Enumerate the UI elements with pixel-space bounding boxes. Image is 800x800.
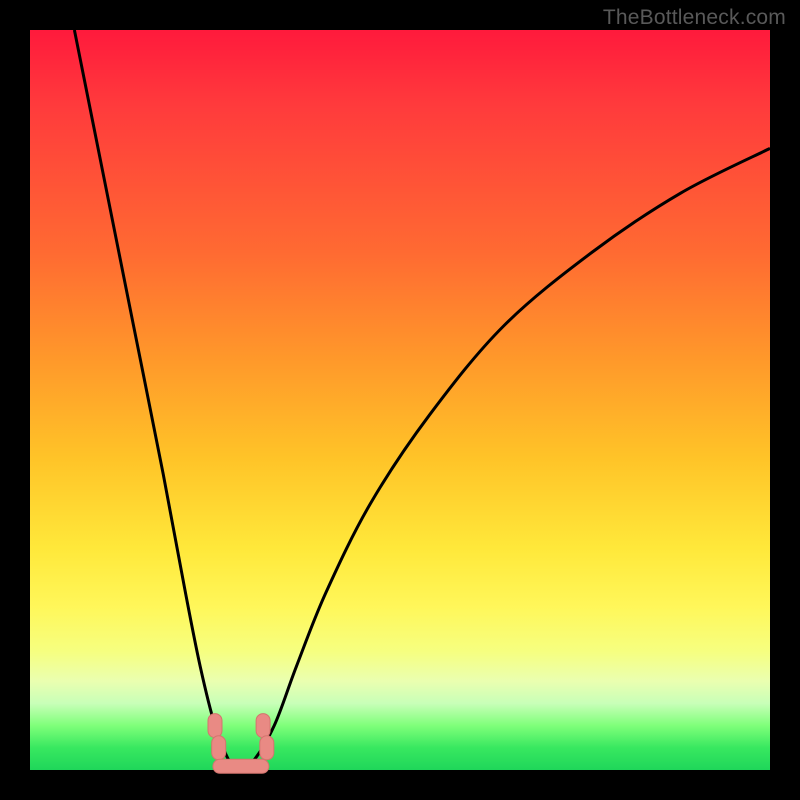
- right-node-lower: [260, 736, 274, 760]
- chart-frame: TheBottleneck.com: [0, 0, 800, 800]
- bottom-bar: [213, 759, 269, 773]
- watermark-text: TheBottleneck.com: [603, 6, 786, 30]
- curve-markers: [208, 714, 274, 774]
- curve-svg: [30, 30, 770, 770]
- plot-area: [30, 30, 770, 770]
- right-node-upper: [256, 714, 270, 738]
- bottleneck-curve-path: [74, 30, 770, 770]
- left-node-lower: [212, 736, 226, 760]
- left-node-upper: [208, 714, 222, 738]
